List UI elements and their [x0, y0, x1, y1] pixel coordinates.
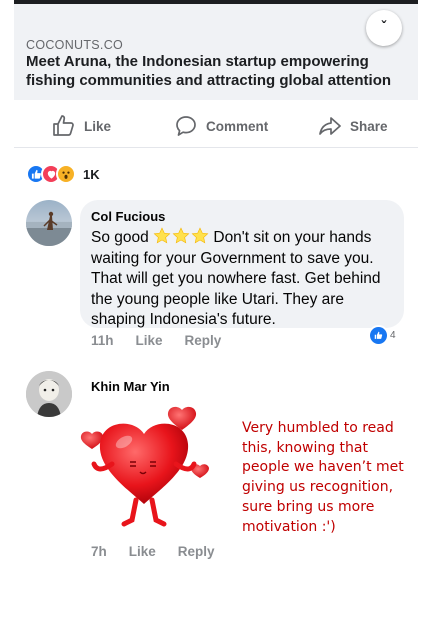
comment-author[interactable]: Khin Mar Yin [91, 379, 170, 394]
avatar[interactable] [26, 371, 72, 417]
comment-meta: 11h Like Reply [91, 332, 243, 348]
comment-meta: 7h Like Reply [91, 543, 237, 559]
reaction-count[interactable]: 1K [83, 167, 100, 182]
star-emoji-icon [191, 227, 209, 244]
star-emoji-icon [153, 227, 171, 244]
comment-author[interactable]: Col Fucious [91, 209, 165, 224]
thumbs-up-icon [52, 114, 76, 138]
wow-reaction-icon [56, 164, 76, 184]
comment-label: Comment [206, 118, 269, 134]
comment-text: So good Don't sit on your hands waiting … [91, 227, 381, 328]
reaction-summary[interactable]: 1K [26, 163, 100, 185]
star-emoji-group [153, 227, 209, 245]
share-arrow-icon [318, 114, 342, 138]
avatar[interactable] [26, 200, 72, 246]
link-source: COCONUTS.CO [26, 38, 124, 52]
like-reaction-icon [370, 326, 387, 344]
annotation-text: Very humbled to read this, knowing that … [242, 420, 404, 535]
comment-timestamp[interactable]: 7h [91, 544, 107, 559]
star-emoji-icon [172, 227, 190, 244]
post-action-bar: Like Comment Share [14, 104, 418, 148]
comment-like-link[interactable]: Like [129, 544, 156, 559]
share-label: Share [350, 118, 388, 134]
comment-timestamp[interactable]: 11h [91, 333, 114, 348]
comment-reply-link[interactable]: Reply [178, 544, 215, 559]
link-title[interactable]: Meet Aruna, the Indonesian startup empow… [26, 52, 406, 90]
comment-button[interactable]: Comment [174, 112, 268, 140]
heart-sticker[interactable] [78, 404, 214, 530]
share-button[interactable]: Share [318, 112, 388, 140]
comment-like-count: 4 [390, 329, 396, 341]
comment-like-badge[interactable]: 4 [370, 326, 396, 344]
comment-like-link[interactable]: Like [136, 333, 163, 348]
collapse-toggle[interactable]: ˇ [366, 10, 402, 46]
like-button[interactable]: Like [52, 112, 111, 140]
like-label: Like [84, 118, 112, 134]
comment-bubble-icon [174, 114, 198, 138]
comment-reply-link[interactable]: Reply [185, 333, 222, 348]
